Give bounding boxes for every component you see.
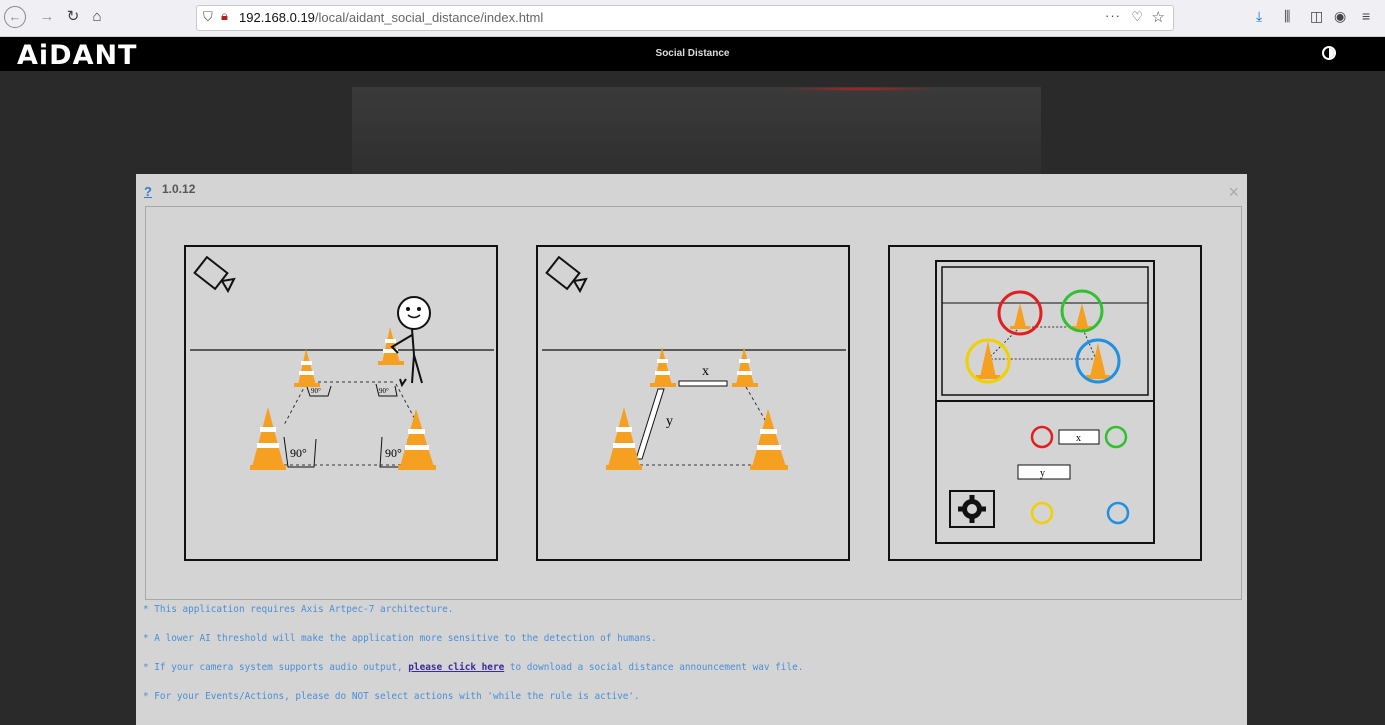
theme-toggle-icon[interactable] <box>1322 46 1336 60</box>
version-label: 1.0.12 <box>162 182 196 196</box>
panel-placement: 90° 90° 90° 90° <box>184 245 498 561</box>
illustration-frame: 90° 90° 90° 90° x y x y <box>145 206 1242 600</box>
reload-icon[interactable]: ↻ <box>62 6 84 28</box>
forward-arrow-icon[interactable]: → <box>36 6 58 28</box>
note-item: * This application requires Axis Artpec-… <box>143 604 454 615</box>
angle-label: 90° <box>379 387 389 395</box>
insecure-lock-icon[interactable]: 🔒︎ <box>221 8 228 24</box>
panel-configuration: x y <box>888 245 1202 561</box>
back-arrow-icon[interactable]: ← <box>4 6 26 28</box>
help-dialog: ? 1.0.12 × 90° 90° 90° 90° x y x y * Thi… <box>136 174 1247 725</box>
angle-label: 90° <box>385 446 402 460</box>
app-header: AiDANT Social Distance <box>0 37 1385 71</box>
browser-toolbar: ← → ↻ ⌂ ⛉ 🔒︎ 192.168.0.19/local/aidant_s… <box>0 0 1385 37</box>
angle-label: 90° <box>311 387 321 395</box>
stick-figure <box>390 296 431 388</box>
url-bar[interactable]: ⛉ 🔒︎ 192.168.0.19/local/aidant_social_di… <box>196 5 1174 31</box>
note-item: * If your camera system supports audio o… <box>143 662 803 673</box>
menu-icon[interactable]: ≡ <box>1362 8 1370 24</box>
help-link[interactable]: ? <box>144 184 152 199</box>
library-icon[interactable]: ⫼ <box>1284 8 1290 25</box>
note-item: * A lower AI threshold will make the app… <box>143 633 657 644</box>
camera-feed <box>352 87 1041 174</box>
account-icon[interactable]: ◉ <box>1334 8 1346 25</box>
feed-glow <box>780 87 940 91</box>
camera-icon <box>545 255 588 294</box>
angle-label: 90° <box>290 446 307 460</box>
camera-icon <box>193 255 236 294</box>
page-title: Social Distance <box>655 48 730 59</box>
shield-icon[interactable]: ⛉ <box>203 9 213 25</box>
note-item: * For your Events/Actions, please do NOT… <box>143 691 640 702</box>
close-icon[interactable]: × <box>1228 182 1239 203</box>
url-text[interactable]: 192.168.0.19/local/aidant_social_distanc… <box>239 10 543 25</box>
bookmark-star-icon[interactable]: ☆ <box>1152 8 1165 26</box>
measurement-illustration: x y <box>542 255 846 470</box>
y-label: y <box>666 414 673 429</box>
cone-stripes <box>257 339 429 450</box>
pocket-icon[interactable]: ♡ <box>1131 9 1143 25</box>
download-wav-link[interactable]: please click here <box>408 662 504 673</box>
cone <box>606 347 788 470</box>
home-icon[interactable]: ⌂ <box>86 6 108 28</box>
configuration-illustration: x y <box>935 260 1155 544</box>
panel-measurement: x y <box>536 245 850 561</box>
x-box-label: x <box>1076 433 1081 444</box>
placement-illustration: 90° 90° 90° 90° <box>190 255 494 470</box>
page-actions-icon[interactable]: ··· <box>1105 8 1121 23</box>
gear-icon <box>958 495 986 523</box>
note-text: * If your camera system supports audio o… <box>143 662 409 673</box>
y-box-label: y <box>1040 468 1045 479</box>
download-icon[interactable]: ⤓ <box>1256 8 1262 25</box>
note-text: to download a social distance announceme… <box>504 662 804 673</box>
x-label: x <box>702 364 709 379</box>
sidebar-icon[interactable]: ◫ <box>1310 8 1323 25</box>
